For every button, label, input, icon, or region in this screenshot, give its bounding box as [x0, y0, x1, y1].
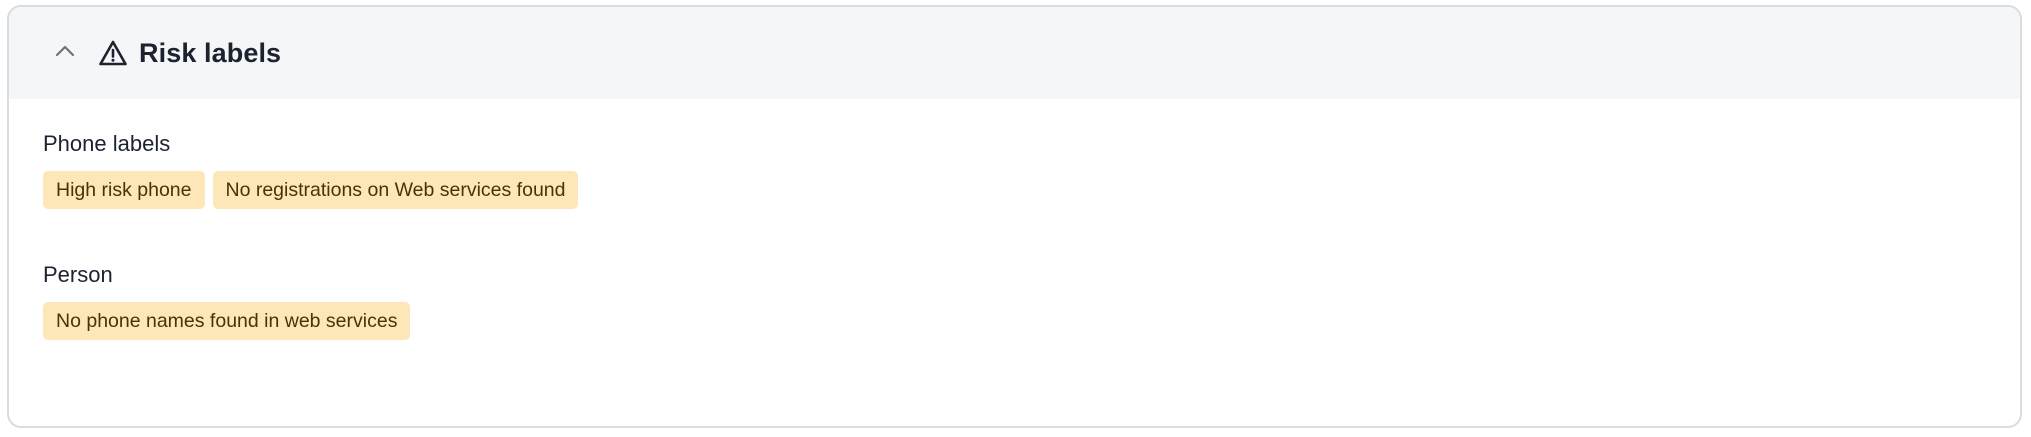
tag-list: No phone names found in web services: [43, 302, 2020, 340]
tag-list: High risk phone No registrations on Web …: [43, 171, 2020, 209]
warning-triangle-icon: [97, 37, 129, 69]
panel-header[interactable]: Risk labels: [9, 7, 2020, 99]
risk-tag: High risk phone: [43, 171, 205, 209]
collapse-button[interactable]: [47, 35, 83, 71]
risk-tag: No registrations on Web services found: [212, 171, 579, 209]
risk-tag: No phone names found in web services: [43, 302, 411, 340]
section-label: Person: [43, 262, 113, 287]
chevron-up-icon: [54, 44, 76, 63]
panel-title: Risk labels: [139, 37, 282, 68]
phone-labels-section: Phone labels High risk phone No registra…: [43, 129, 2020, 209]
panel-body: Phone labels High risk phone No registra…: [9, 99, 2020, 340]
person-section: Person No phone names found in web servi…: [43, 260, 2020, 340]
risk-labels-panel: Risk labels Phone labels High risk phone…: [7, 5, 2022, 428]
section-label: Phone labels: [43, 131, 171, 156]
